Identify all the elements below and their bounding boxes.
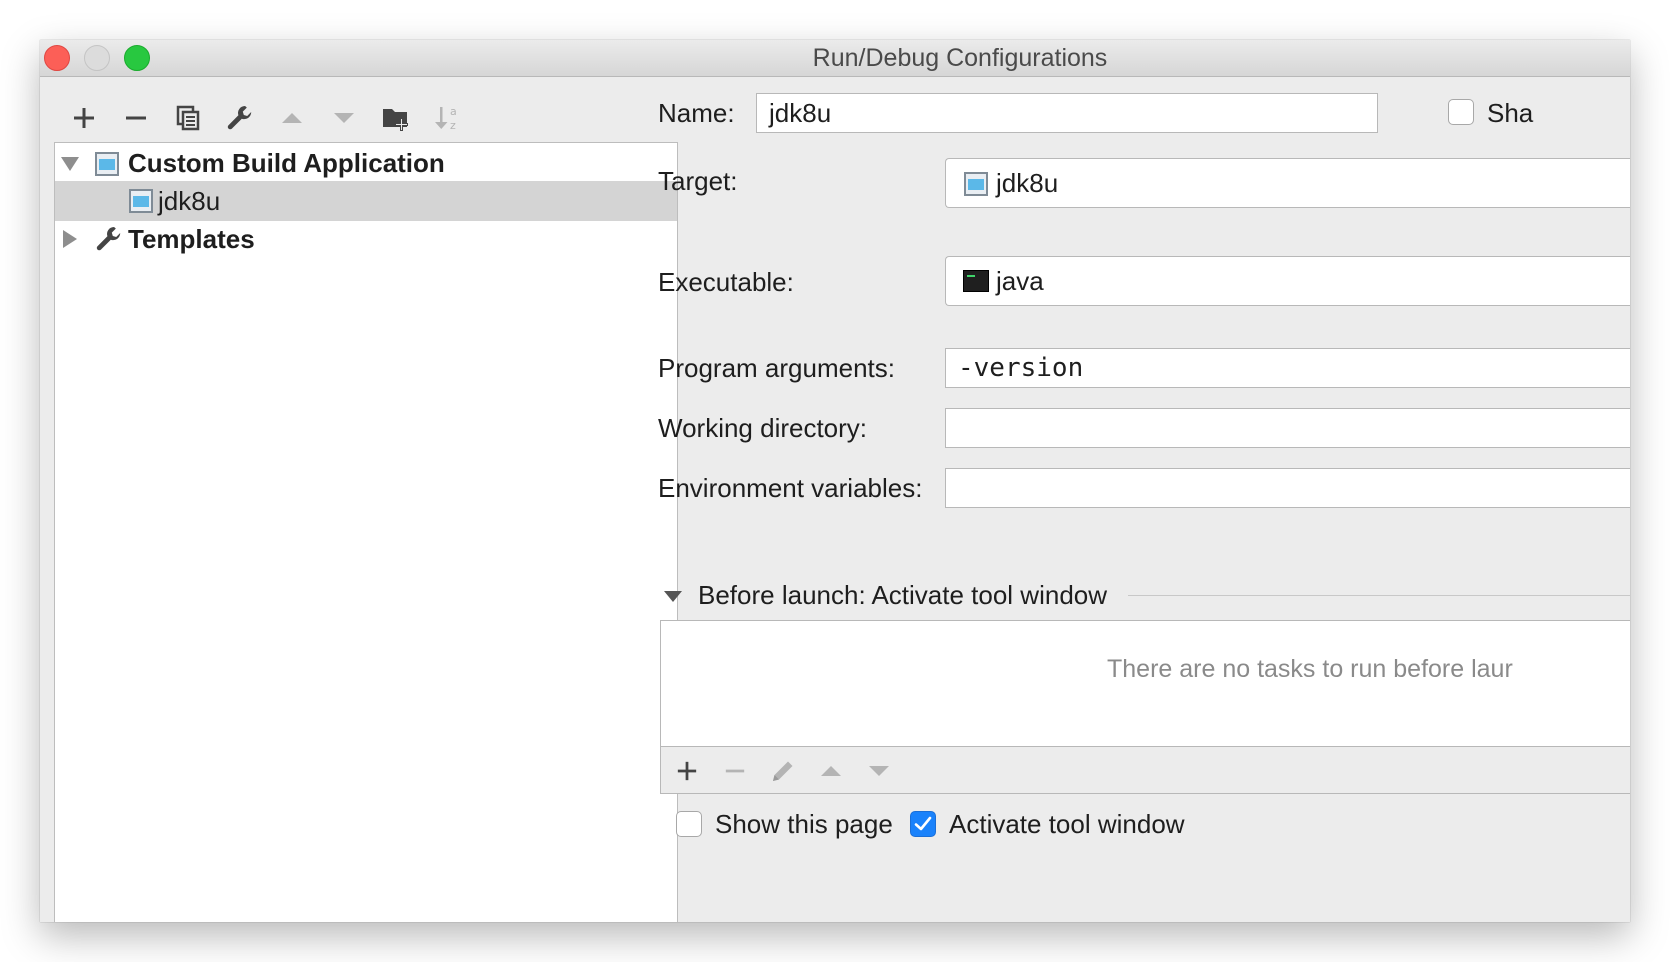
- tree-item-jdk8u[interactable]: jdk8u: [55, 181, 677, 221]
- move-down-icon: [334, 113, 354, 123]
- custom-build-app-icon: [129, 189, 153, 213]
- working-directory-input[interactable]: [945, 408, 1630, 448]
- tree-group-label: Custom Build Application: [128, 148, 445, 178]
- checkmark-icon: [914, 816, 932, 831]
- program-arguments-label: Program arguments:: [658, 353, 895, 383]
- new-folder-button[interactable]: [370, 98, 422, 138]
- sort-alphabetically-icon: az: [435, 105, 457, 132]
- terminal-icon: [963, 270, 989, 292]
- run-debug-dialog: Run/Debug Configurations az Custom Build…: [40, 40, 1630, 922]
- share-label: Sha: [1487, 98, 1534, 128]
- before-launch-collapse-icon[interactable]: [664, 591, 682, 602]
- remove-icon: [725, 769, 745, 773]
- target-combobox[interactable]: jdk8u: [945, 158, 1630, 208]
- target-value: jdk8u: [996, 168, 1059, 198]
- executable-combobox[interactable]: java: [945, 256, 1630, 306]
- move-down-icon: [869, 766, 889, 776]
- executable-label: Executable:: [658, 267, 794, 297]
- section-divider: [1128, 595, 1630, 596]
- edit-task-button[interactable]: [759, 751, 807, 791]
- move-task-down-button[interactable]: [855, 751, 903, 791]
- sort-configurations-button[interactable]: az: [422, 98, 474, 138]
- environment-variables-input[interactable]: [945, 468, 1630, 508]
- before-launch-tasks-panel: There are no tasks to run before laur: [660, 620, 1630, 794]
- wrench-icon: [96, 227, 121, 251]
- remove-configuration-button[interactable]: [110, 98, 162, 138]
- add-icon: [677, 761, 697, 781]
- show-this-page-checkbox[interactable]: [676, 811, 702, 837]
- add-configuration-button[interactable]: [58, 98, 110, 138]
- executable-value: java: [996, 266, 1044, 296]
- activate-tool-window-checkbox[interactable]: [910, 811, 936, 837]
- tree-group-templates[interactable]: Templates: [55, 219, 677, 259]
- svg-text:z: z: [450, 119, 456, 132]
- move-up-icon: [821, 766, 841, 776]
- expand-collapse-icon[interactable]: [61, 157, 79, 171]
- move-task-up-button[interactable]: [807, 751, 855, 791]
- environment-variables-label: Environment variables:: [658, 473, 923, 503]
- remove-task-button[interactable]: [711, 751, 759, 791]
- configurations-toolbar: az: [58, 98, 474, 138]
- target-label: Target:: [658, 166, 738, 196]
- program-arguments-value: -version: [958, 353, 1084, 383]
- edit-pencil-icon: [773, 761, 793, 781]
- move-up-button[interactable]: [266, 98, 318, 138]
- tree-item-label: jdk8u: [158, 186, 221, 216]
- tasks-empty-message: There are no tasks to run before laur: [1107, 655, 1513, 683]
- share-checkbox[interactable]: [1448, 99, 1474, 125]
- configurations-tree[interactable]: Custom Build Application jdk8u Templates: [54, 142, 678, 922]
- custom-build-app-icon: [95, 152, 119, 176]
- activate-tool-window-label: Activate tool window: [949, 809, 1185, 839]
- name-input-value: jdk8u: [769, 98, 832, 128]
- edit-templates-button[interactable]: [214, 98, 266, 138]
- move-up-icon: [282, 113, 302, 123]
- custom-build-app-icon: [964, 172, 988, 196]
- copy-configuration-button[interactable]: [162, 98, 214, 138]
- window-title: Run/Debug Configurations: [812, 44, 1108, 72]
- working-directory-label: Working directory:: [658, 413, 868, 443]
- wrench-icon: [227, 106, 252, 130]
- tree-templates-label: Templates: [128, 224, 255, 254]
- add-task-button[interactable]: [663, 751, 711, 791]
- new-folder-icon: [383, 109, 408, 131]
- show-this-page-label: Show this page: [715, 809, 893, 839]
- program-arguments-input[interactable]: -version: [945, 348, 1630, 388]
- add-icon: [74, 108, 94, 128]
- tree-group-custom-build[interactable]: Custom Build Application: [55, 143, 677, 183]
- copy-icon: [176, 105, 200, 131]
- before-launch-header: Before launch: Activate tool window: [698, 580, 1108, 610]
- tasks-toolbar: [661, 747, 903, 795]
- remove-icon: [126, 116, 146, 120]
- expand-collapse-icon[interactable]: [63, 230, 77, 248]
- before-launch-tasks-list[interactable]: There are no tasks to run before laur: [661, 621, 1630, 747]
- svg-text:a: a: [450, 105, 457, 118]
- move-down-button[interactable]: [318, 98, 370, 138]
- name-label: Name:: [658, 98, 735, 128]
- name-input[interactable]: jdk8u: [756, 93, 1378, 133]
- title-bar: Run/Debug Configurations: [40, 40, 1630, 77]
